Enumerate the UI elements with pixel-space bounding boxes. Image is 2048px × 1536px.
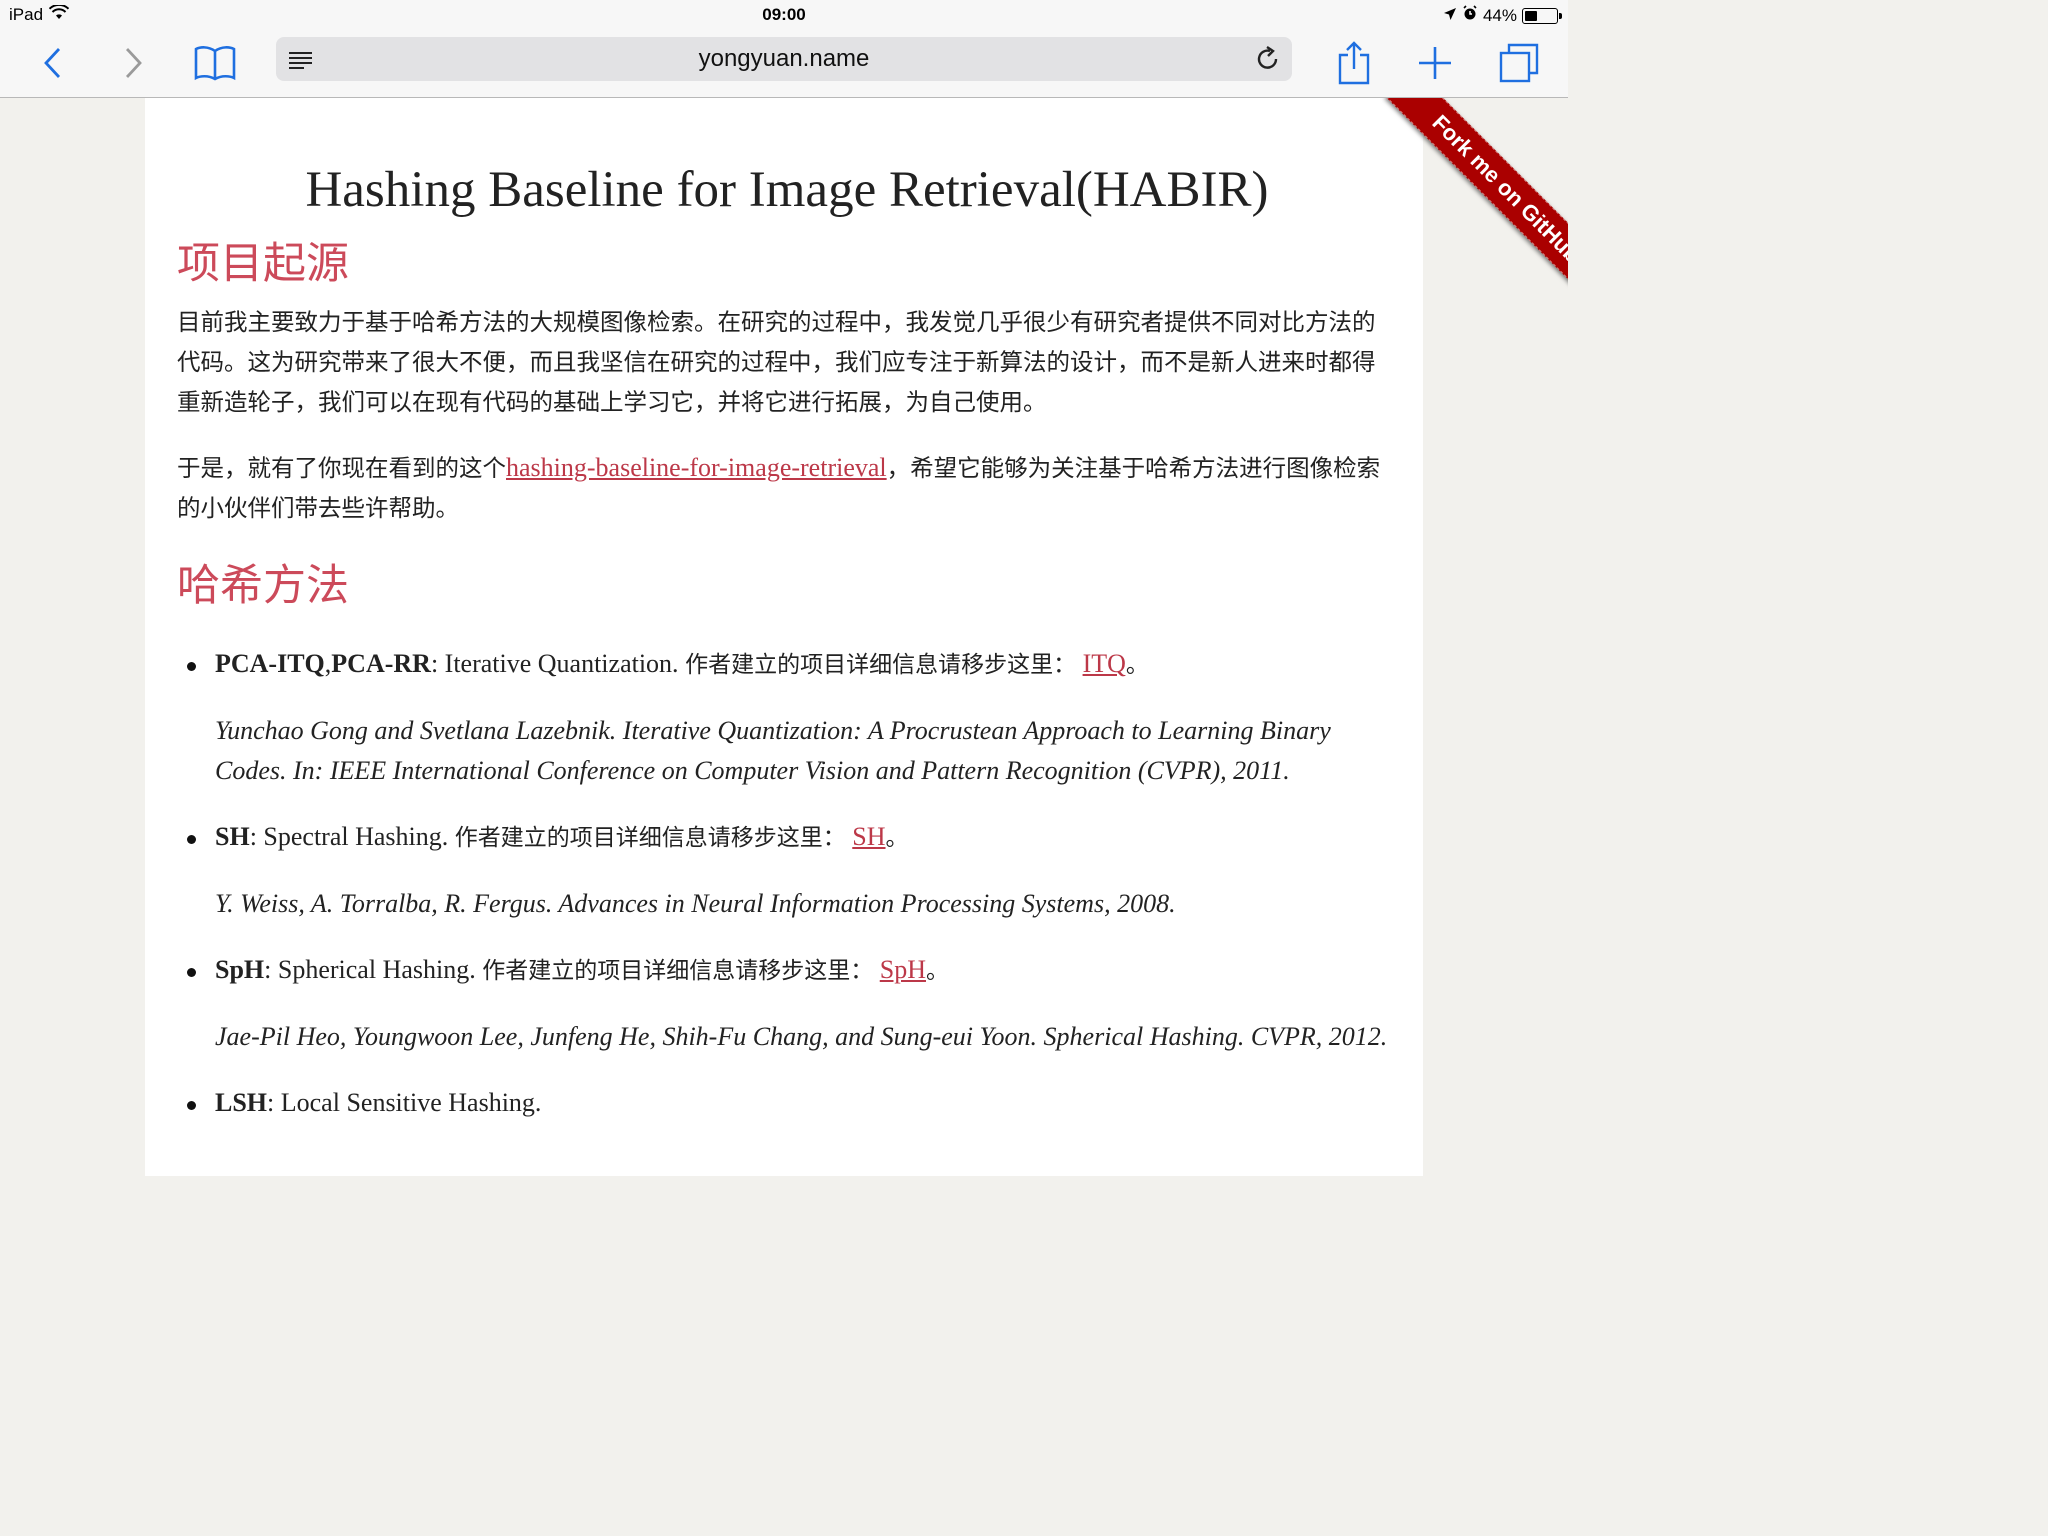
intro-paragraph-2: 于是，就有了你现在看到的这个hashing-baseline-for-image… — [177, 448, 1397, 528]
github-ribbon: Fork me on GitHub — [1352, 98, 1568, 314]
intro-paragraph: 目前我主要致力于基于哈希方法的大规模图像检索。在研究的过程中，我发觉几乎很少有研… — [177, 308, 1376, 416]
method-reference: Yunchao Gong and Svetlana Lazebnik. Iter… — [215, 716, 1331, 785]
repo-link[interactable]: hashing-baseline-for-image-retrieval — [506, 453, 887, 482]
method-note: 作者建立的项目详细信息请移步这里： — [482, 958, 874, 984]
tabs-button[interactable] — [1494, 38, 1544, 88]
location-icon — [1443, 6, 1457, 26]
method-end: 。 — [925, 958, 949, 984]
page-title: Hashing Baseline for Image Retrieval(HAB… — [305, 162, 1269, 218]
method-heading: PCA-ITQ,PCA-RR: Iterative Quantization. … — [215, 644, 1397, 685]
add-button[interactable] — [1410, 38, 1460, 88]
method-note: 作者建立的项目详细信息请移步这里： — [685, 652, 1077, 678]
method-end: 。 — [1125, 652, 1149, 678]
bookmarks-button[interactable] — [190, 38, 240, 88]
bookmarks-icon — [194, 46, 236, 81]
reload-icon[interactable] — [1256, 46, 1280, 79]
forward-icon — [125, 48, 142, 78]
list-item: SpH: Spherical Hashing. 作者建立的项目详细信息请移步这里… — [177, 950, 1397, 1057]
method-name: SH — [215, 822, 250, 851]
method-desc: : Spectral Hashing. — [249, 822, 455, 851]
tabs-icon — [1499, 43, 1539, 83]
address-bar[interactable]: yongyuan.name — [276, 37, 1292, 81]
method-reference: Jae-Pil Heo, Youngwoon Lee, Junfeng He, … — [215, 1022, 1388, 1051]
method-heading: SpH: Spherical Hashing. 作者建立的项目详细信息请移步这里… — [215, 950, 1397, 991]
methods-list: PCA-ITQ,PCA-RR: Iterative Quantization. … — [177, 644, 1397, 1123]
add-icon — [1419, 47, 1451, 79]
method-note: 作者建立的项目详细信息请移步这里： — [454, 825, 846, 851]
status-bar: iPad 09:00 44% — [0, 0, 1568, 32]
method-heading: LSH: Local Sensitive Hashing. — [215, 1083, 1397, 1123]
method-desc: : Spherical Hashing. — [264, 955, 483, 984]
method-heading: SH: Spectral Hashing. 作者建立的项目详细信息请移步这里： … — [215, 817, 1397, 858]
clock: 09:00 — [762, 5, 806, 24]
section-heading-methods: 哈希方法 — [177, 561, 349, 611]
share-button[interactable] — [1330, 38, 1378, 88]
share-icon — [1338, 41, 1370, 85]
method-desc: : Local Sensitive Hashing. — [267, 1088, 542, 1117]
alarm-icon — [1462, 5, 1478, 26]
battery-icon — [1522, 7, 1562, 24]
back-icon — [44, 48, 61, 78]
method-name: PCA-ITQ — [215, 649, 325, 678]
list-item: SH: Spectral Hashing. 作者建立的项目详细信息请移步这里： … — [177, 817, 1397, 924]
list-item: LSH: Local Sensitive Hashing. — [177, 1083, 1397, 1123]
browser-toolbar: yongyuan.name — [0, 32, 1568, 98]
method-link-itq[interactable]: ITQ — [1083, 649, 1126, 678]
page-content: Hashing Baseline for Image Retrieval(HAB… — [177, 98, 1397, 1123]
forward-button[interactable] — [110, 38, 156, 88]
para2-text-before: 于是，就有了你现在看到的这个 — [177, 454, 506, 482]
method-name-2: PCA-RR — [331, 649, 431, 678]
method-end: 。 — [885, 825, 909, 851]
method-desc: : Iterative Quantization. — [430, 649, 686, 678]
method-link-sh[interactable]: SH — [852, 822, 885, 851]
method-link-sph[interactable]: SpH — [880, 955, 926, 984]
method-reference: Y. Weiss, A. Torralba, R. Fergus. Advanc… — [215, 889, 1176, 918]
method-name: LSH — [215, 1088, 268, 1117]
url-text: yongyuan.name — [698, 45, 870, 72]
web-page: Hashing Baseline for Image Retrieval(HAB… — [145, 98, 1423, 1176]
list-item: PCA-ITQ,PCA-RR: Iterative Quantization. … — [177, 644, 1397, 791]
fork-me-ribbon[interactable]: Fork me on GitHub — [1385, 98, 1568, 310]
battery-percent: 44% — [1482, 5, 1517, 25]
back-button[interactable] — [30, 38, 76, 88]
section-heading-origin: 项目起源 — [177, 239, 349, 289]
method-name: SpH — [215, 955, 265, 984]
